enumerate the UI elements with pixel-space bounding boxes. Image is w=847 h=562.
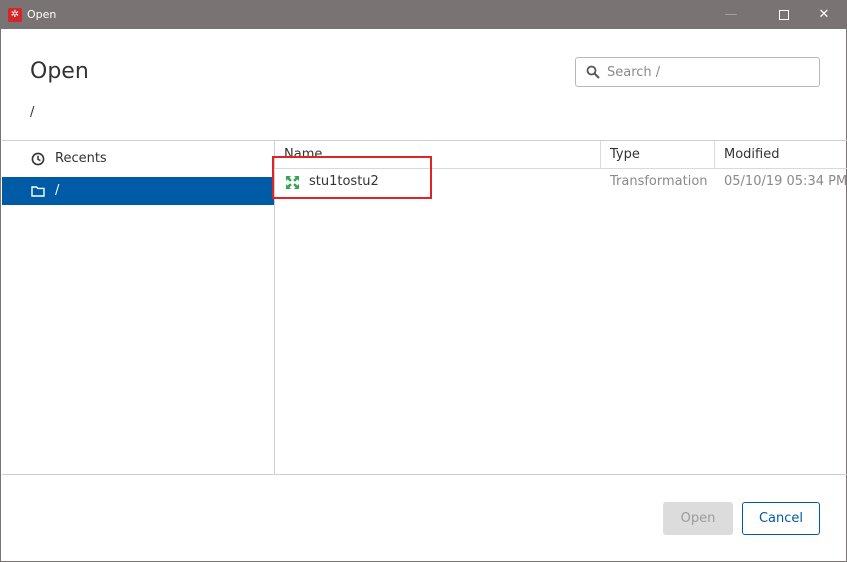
search-icon (586, 65, 600, 79)
folder-icon (31, 186, 45, 197)
search-input[interactable] (607, 63, 812, 81)
sidebar-item-recents[interactable]: Recents (2, 145, 274, 173)
open-dialog-window: ✲ Open — ✕ Open / Recents / Name Type Mo… (0, 0, 847, 562)
file-modified: 05/10/19 05:34 PM (724, 174, 847, 189)
title-bar[interactable]: ✲ Open — ✕ (1, 1, 846, 29)
close-button[interactable]: ✕ (801, 1, 847, 29)
column-separator[interactable] (714, 141, 715, 169)
window-title: Open (27, 8, 57, 21)
highlight-annotation (272, 156, 432, 199)
browser-bottom-divider (2, 474, 847, 475)
file-type: Transformation (610, 174, 708, 189)
app-icon: ✲ (8, 8, 22, 22)
column-header-modified[interactable]: Modified (724, 141, 779, 169)
sidebar-item-root-folder[interactable]: / (2, 177, 274, 205)
cancel-button[interactable]: Cancel (742, 502, 820, 535)
browser-top-divider (2, 140, 847, 141)
column-separator[interactable] (600, 141, 601, 169)
sidebar-item-label: Recents (55, 151, 107, 166)
open-button[interactable]: Open (663, 502, 733, 535)
dialog-title: Open (30, 59, 89, 84)
sidebar-item-label: / (55, 183, 60, 198)
minimize-button[interactable]: — (708, 1, 754, 29)
maximize-icon (779, 9, 789, 20)
column-header-type[interactable]: Type (610, 141, 640, 169)
current-path: / (30, 105, 35, 120)
search-box[interactable] (575, 57, 820, 87)
clock-icon (31, 152, 45, 166)
